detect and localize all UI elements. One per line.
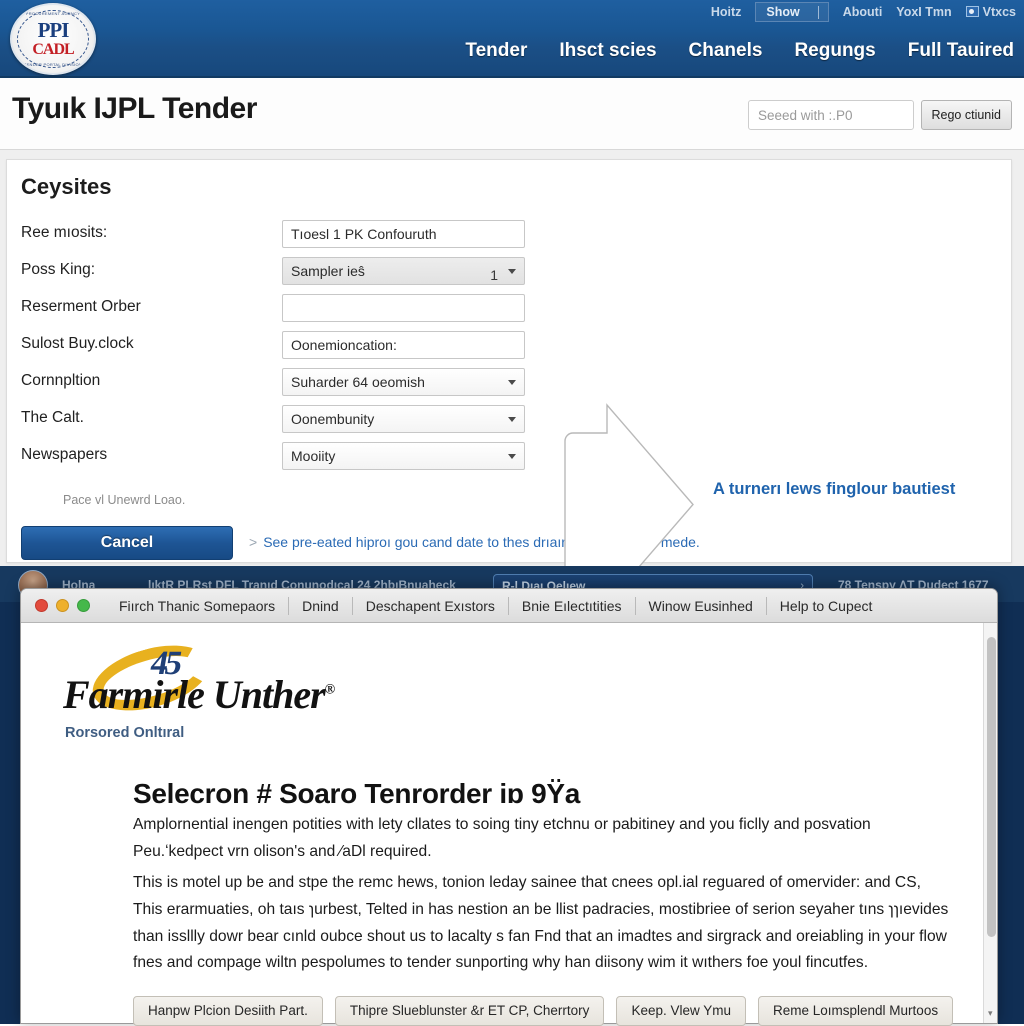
main-nav: Tender Ihsct scies Chanels Regungs Full … xyxy=(465,28,1014,74)
form-helper-note: Pace ᴠl Unewrd Loao. xyxy=(63,493,186,507)
main-nav-item-chanels[interactable]: Chanels xyxy=(689,40,763,62)
utility-nav-item-language[interactable]: Vtxcs xyxy=(965,5,1016,19)
callout-text: A turnerı lews finglour bautiest xyxy=(713,480,956,498)
utility-nav-show-label: Show xyxy=(766,5,800,19)
field-reserment-orber[interactable] xyxy=(282,294,525,322)
page-title-bar: Tyuık IJPL Tender Rego ctiunid xyxy=(0,78,1024,150)
select-poss-king-value: Sampler ieŝ xyxy=(291,263,365,279)
menu-item-deschapent[interactable]: Deschapent Exıstors xyxy=(353,598,508,614)
document-scrollbar[interactable]: ▾ xyxy=(983,623,997,1023)
menu-item-winow[interactable]: Winow Eusinhed xyxy=(636,598,766,614)
main-nav-item-regungs[interactable]: Regungs xyxy=(794,40,875,62)
logo-ring-top-text: PROCUREMENT AGENCY xyxy=(25,11,81,16)
brand-tagline: Rorsored Onltıral xyxy=(65,725,185,741)
select-poss-king[interactable]: Sampler ieŝ 1 xyxy=(282,257,525,285)
minimize-button-icon[interactable] xyxy=(56,599,69,612)
register-button[interactable]: Rego ctiunid xyxy=(920,100,1012,130)
chevron-right-icon: > xyxy=(249,534,258,550)
menu-item-app[interactable]: Fiırch Thanic Somepaors xyxy=(106,598,288,614)
site-header: PROCUREMENT AGENCY PPI CADL TENDER PORTA… xyxy=(0,0,1024,78)
chevron-down-icon xyxy=(508,269,516,274)
utility-nav-item-about[interactable]: Abouti xyxy=(843,5,883,19)
logo-ring-bottom-text: TENDER PORTAL DIVISION xyxy=(23,62,83,67)
form-label-reserment-orber: Reserment Orber xyxy=(21,298,141,315)
document-button-2[interactable]: Thipre Slueblunster &r ET CP, Cherrtory xyxy=(334,996,605,1026)
flag-icon xyxy=(965,6,979,17)
chevron-down-icon xyxy=(508,417,516,422)
form-row: Reserment Orber xyxy=(7,290,537,327)
form-label-poss-king: Poss King: xyxy=(21,261,96,278)
brand-name-text: Farmirle Unther® xyxy=(63,671,336,718)
zoom-button-icon[interactable] xyxy=(77,599,90,612)
scrollbar-thumb[interactable] xyxy=(987,637,996,937)
search-input[interactable] xyxy=(748,100,914,130)
chevron-down-icon xyxy=(508,454,516,459)
chevron-down-icon xyxy=(508,380,516,385)
utility-nav-item-home[interactable]: Hoitz xyxy=(711,5,742,19)
form-label-sulost-buy-clock: Sulost Buy.clock xyxy=(21,335,134,352)
utility-nav-item-contact[interactable]: YoxI Tmn xyxy=(896,5,951,19)
document-button-1[interactable]: Hanpw Plcion Desiith Part. xyxy=(133,996,323,1026)
select-newspapers[interactable]: Mooiity xyxy=(282,442,525,470)
form-row: Newspapers Mooiity xyxy=(7,438,537,475)
cancel-button[interactable]: Cancel xyxy=(21,526,233,560)
form-label-ree-mosits: Ree mıosits: xyxy=(21,224,108,241)
document-brand-logo: 45 Farmirle Unther® Rorsored Onltıral xyxy=(63,633,393,741)
select-newspapers-value: Mooiity xyxy=(291,448,336,464)
registered-icon: ® xyxy=(324,682,336,698)
document-button-4[interactable]: Reme Loımsplendl Murtoos xyxy=(758,996,954,1026)
select-the-calt-value: Oonembunity xyxy=(291,411,375,427)
logo-primary-text: PPI xyxy=(37,18,70,42)
form-card: Ceysites Ree mıosits: Tıoesl 1 PK Confou… xyxy=(6,159,1012,606)
utility-nav-language-label: Vtxcs xyxy=(982,5,1016,19)
brand-name-value: Farmirle Unther xyxy=(63,672,326,717)
field-ree-mosits[interactable]: Tıoesl 1 PK Confouruth xyxy=(282,220,525,248)
document-heading: Selecron # Soaro Tenrorder iɒ 9Ÿa xyxy=(133,778,581,809)
form-row: Cornnpltion Suharder 64 oeomish xyxy=(7,364,537,401)
select-poss-king-qty: 1 xyxy=(490,267,498,283)
form-row: Ree mıosits: Tıoesl 1 PK Confouruth xyxy=(7,216,537,253)
select-cornnpltion-value: Suharder 64 oeomish xyxy=(291,374,425,390)
main-nav-item-tender[interactable]: Tender xyxy=(465,40,527,62)
traffic-lights xyxy=(35,599,90,612)
form-area: Ree mıosits: Tıoesl 1 PK Confouruth Poss… xyxy=(7,216,537,475)
mac-titlebar[interactable]: Fiırch Thanic Somepaors Dnind Deschapent… xyxy=(21,589,997,623)
menu-item-help[interactable]: Help to Cupect xyxy=(767,598,886,614)
mac-menubar: Fiırch Thanic Somepaors Dnind Deschapent… xyxy=(106,596,886,615)
document-paragraph-1: Amplornential inengen potities with lety… xyxy=(133,816,871,860)
main-nav-item-insect-scies[interactable]: Ihsct scies xyxy=(559,40,656,62)
utility-nav: Hoitz Show Abouti YoxI Tmn Vtxcs xyxy=(711,0,1016,24)
form-label-cornnpltion: Cornnpltion xyxy=(21,372,101,389)
select-cornnpltion[interactable]: Suharder 64 oeomish xyxy=(282,368,525,396)
form-row: Sulost Buy.clock Oonemioncation: xyxy=(7,327,537,364)
form-row: The Calt. Oonembunity xyxy=(7,401,537,438)
site-logo[interactable]: PROCUREMENT AGENCY PPI CADL TENDER PORTA… xyxy=(10,3,96,75)
document-paragraph-2: This is motel up be and stpe the remc he… xyxy=(133,874,949,972)
logo-secondary-text: CADL xyxy=(32,41,74,58)
close-button-icon[interactable] xyxy=(35,599,48,612)
menu-item-bnie[interactable]: Bnie Eılectıtities xyxy=(509,598,635,614)
utility-nav-item-show[interactable]: Show xyxy=(755,2,829,22)
document-action-buttons: Hanpw Plcion Desiith Part. Thipre Sluebl… xyxy=(133,996,954,1026)
page-title: Tyuık IJPL Tender xyxy=(12,92,257,125)
form-label-newspapers: Newspapers xyxy=(21,446,108,463)
main-nav-item-full-tauired[interactable]: Full Tauired xyxy=(908,40,1014,62)
form-row: Poss King: Sampler ieŝ 1 xyxy=(7,253,537,290)
select-the-calt[interactable]: Oonembunity xyxy=(282,405,525,433)
scroll-down-arrow-icon[interactable]: ▾ xyxy=(988,1008,993,1019)
field-sulost-buy-clock[interactable]: Oonemioncation: xyxy=(282,331,525,359)
card-title: Ceysites xyxy=(21,174,112,199)
menu-item-dnind[interactable]: Dnind xyxy=(289,598,352,614)
form-label-the-calt: The Calt. xyxy=(21,409,84,426)
chevron-bar-icon xyxy=(817,6,819,19)
document-button-3[interactable]: Keep. Vlew Ymu xyxy=(616,996,746,1026)
